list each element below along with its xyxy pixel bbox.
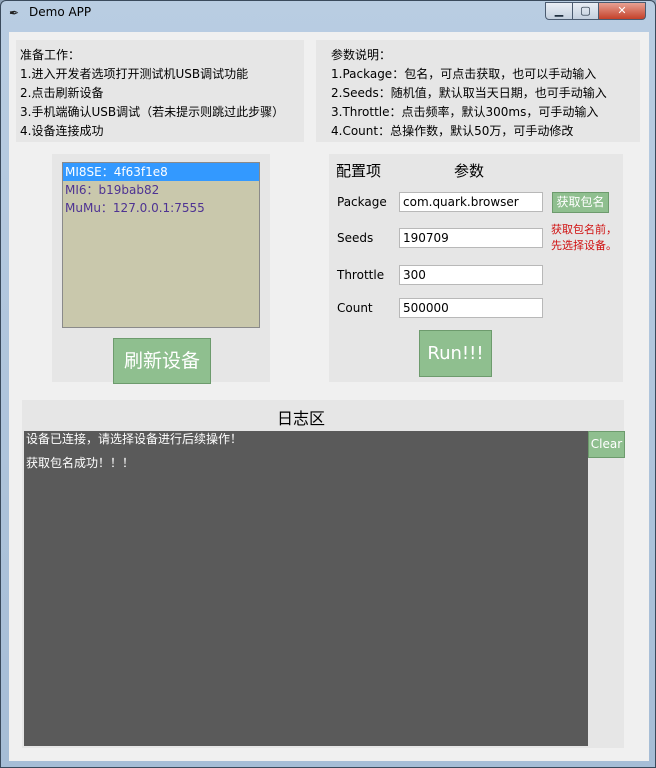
log-line: 设备已连接，请选择设备进行后续操作！ — [26, 432, 243, 446]
throttle-label: Throttle — [337, 268, 385, 282]
params-line-4: 4.Count：总操作数，默认50万，可手动修改 — [331, 124, 574, 138]
device-item[interactable]: MI8SE：4f63f1e8 — [63, 163, 259, 181]
prep-line-2: 2.点击刷新设备 — [20, 86, 104, 100]
app-window: ✒ Demo APP ▁ ▢ ✕ 准备工作： 1.进入开发者选项打开测试机USB… — [0, 0, 656, 768]
run-button[interactable]: Run!!! — [419, 330, 492, 377]
device-listbox[interactable]: MI8SE：4f63f1e8 MI6：b19bab82 MuMu：127.0.0… — [62, 162, 260, 328]
device-item[interactable]: MuMu：127.0.0.1:7555 — [63, 199, 259, 217]
warning-line-1: 获取包名前， — [551, 223, 617, 236]
param-header: 参数 — [454, 162, 485, 180]
close-icon: ✕ — [617, 4, 627, 17]
client-area: 准备工作： 1.进入开发者选项打开测试机USB调试功能 2.点击刷新设备 3.手… — [9, 32, 649, 761]
params-help-panel: 参数说明： 1.Package：包名，可点击获取，也可以手动输入 2.Seeds… — [316, 40, 640, 142]
refresh-devices-button[interactable]: 刷新设备 — [113, 338, 211, 384]
package-warning: 获取包名前， 先选择设备。 — [551, 222, 617, 254]
seeds-label: Seeds — [337, 231, 374, 245]
prep-title: 准备工作： — [20, 48, 81, 62]
params-line-3: 3.Throttle：点击频率，默认300ms，可手动输入 — [331, 105, 599, 119]
package-label: Package — [337, 195, 387, 209]
prep-panel: 准备工作： 1.进入开发者选项打开测试机USB调试功能 2.点击刷新设备 3.手… — [16, 40, 304, 142]
minimize-icon: ▁ — [554, 4, 564, 17]
log-textarea[interactable]: 设备已连接，请选择设备进行后续操作！ 获取包名成功！！！ — [24, 431, 588, 746]
params-title: 参数说明： — [331, 48, 392, 62]
feather-icon: ✒ — [9, 6, 20, 20]
clear-log-button[interactable]: Clear — [588, 431, 625, 458]
seeds-input[interactable]: 190709 — [399, 228, 543, 248]
device-item[interactable]: MI6：b19bab82 — [63, 181, 259, 199]
config-header: 配置项 — [336, 162, 382, 180]
params-line-1: 1.Package：包名，可点击获取，也可以手动输入 — [331, 67, 597, 81]
minimize-button[interactable]: ▁ — [545, 2, 573, 20]
log-title: 日志区 — [277, 409, 326, 428]
throttle-input[interactable]: 300 — [399, 265, 543, 285]
count-input[interactable]: 500000 — [399, 298, 543, 318]
warning-line-2: 先选择设备。 — [551, 239, 617, 252]
title-bar[interactable]: ✒ Demo APP ▁ ▢ ✕ — [1, 1, 655, 25]
params-line-2: 2.Seeds：随机值，默认取当天日期，也可手动输入 — [331, 86, 607, 100]
prep-line-4: 4.设备连接成功 — [20, 124, 104, 138]
maximize-icon: ▢ — [580, 4, 591, 17]
count-label: Count — [337, 301, 373, 315]
close-button[interactable]: ✕ — [598, 2, 646, 20]
prep-line-1: 1.进入开发者选项打开测试机USB调试功能 — [20, 67, 249, 81]
prep-line-3: 3.手机端确认USB调试（若未提示则跳过此步骤） — [20, 105, 285, 119]
window-title: Demo APP — [29, 5, 92, 19]
log-line: 获取包名成功！！！ — [26, 456, 135, 470]
package-input[interactable]: com.quark.browser — [399, 192, 543, 212]
get-package-button[interactable]: 获取包名 — [552, 192, 609, 213]
maximize-button[interactable]: ▢ — [572, 2, 599, 20]
